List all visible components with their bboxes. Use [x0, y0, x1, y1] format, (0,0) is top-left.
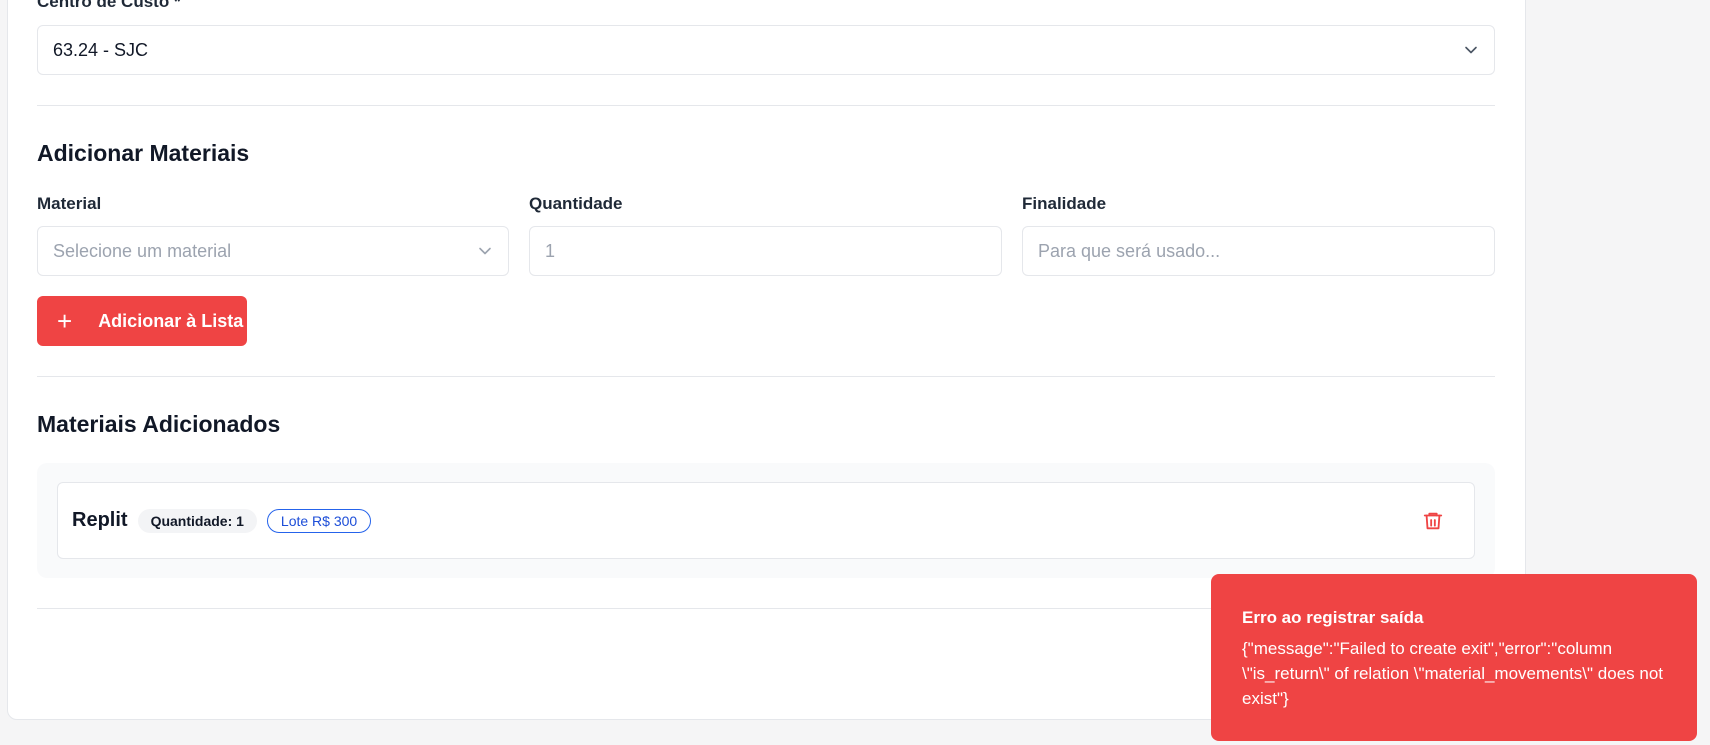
divider: [37, 376, 1495, 377]
chevron-down-icon: [1463, 42, 1479, 58]
plus-icon: +: [57, 306, 73, 336]
list-item: Replit Quantidade: 1 Lote R$ 300: [57, 482, 1475, 559]
purpose-placeholder: Para que será usado...: [1038, 240, 1221, 261]
add-materials-title: Adicionar Materiais: [37, 140, 250, 166]
cost-center-value: 63.24 - SJC: [53, 39, 149, 60]
quantity-value: 1: [545, 240, 556, 261]
add-to-list-button[interactable]: + Adicionar à Lista: [37, 296, 247, 346]
add-to-list-label: Adicionar à Lista: [98, 310, 244, 331]
cost-center-label: Centro de Custo *: [37, 0, 181, 11]
material-label: Material: [37, 194, 102, 213]
lot-badge: Lote R$ 300: [266, 508, 372, 533]
item-name: Replit: [72, 509, 128, 531]
material-placeholder: Selecione um material: [53, 240, 232, 261]
quantity-input[interactable]: 1: [529, 226, 1002, 276]
quantity-badge: Quantidade: 1: [137, 508, 257, 533]
purpose-input[interactable]: Para que será usado...: [1022, 226, 1495, 276]
error-toast[interactable]: Erro ao registrar saída {"message":"Fail…: [1211, 574, 1697, 741]
trash-icon[interactable]: [1422, 510, 1444, 532]
cost-center-select[interactable]: 63.24 - SJC: [37, 25, 1495, 75]
material-select[interactable]: Selecione um material: [37, 226, 509, 276]
chevron-down-icon: [477, 243, 493, 259]
toast-title: Erro ao registrar saída: [1242, 608, 1424, 627]
quantity-label: Quantidade: [529, 194, 623, 213]
added-materials-title: Materiais Adicionados: [37, 411, 281, 437]
purpose-label: Finalidade: [1022, 194, 1107, 213]
divider: [37, 105, 1495, 106]
added-materials-list: Replit Quantidade: 1 Lote R$ 300: [37, 463, 1495, 578]
toast-message: {"message":"Failed to create exit","erro…: [1242, 639, 1663, 708]
